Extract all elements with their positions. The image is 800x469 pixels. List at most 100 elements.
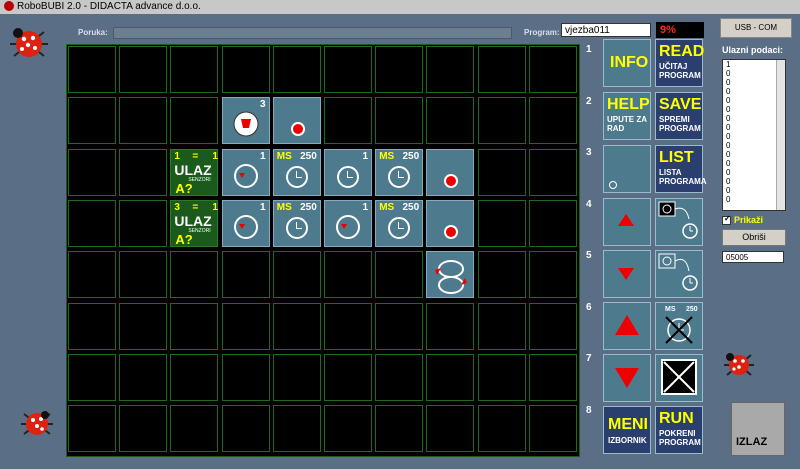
grid-cell-empty[interactable] <box>119 148 168 196</box>
grid-cell-empty[interactable] <box>119 251 168 299</box>
grid-cell-empty[interactable] <box>68 353 116 401</box>
cell-timer-250-a[interactable]: MS 250 <box>272 148 321 196</box>
grid-cell-empty[interactable] <box>477 251 526 299</box>
inputs-list[interactable]: 1000000000000000 <box>722 59 786 211</box>
move-up-small-button[interactable] <box>603 198 651 246</box>
grid-cell-empty[interactable] <box>426 405 475 453</box>
show-checkbox[interactable]: ✓ Prikaži <box>722 214 763 226</box>
save-button[interactable]: SAVE SPREMI PROGRAM <box>655 92 703 140</box>
grid-cell-empty[interactable] <box>68 251 116 299</box>
grid-cell-empty[interactable] <box>375 46 424 93</box>
grid-cell-empty[interactable] <box>68 302 116 350</box>
grid-cell-empty[interactable] <box>324 46 372 93</box>
grid-cell-empty[interactable] <box>221 46 270 93</box>
cell-stop-dot[interactable] <box>272 97 321 145</box>
grid-cell-empty[interactable] <box>528 405 577 453</box>
grid-cell-empty[interactable] <box>426 46 475 93</box>
grid-cell-empty[interactable] <box>528 251 577 299</box>
grid-cell-empty[interactable] <box>426 353 475 401</box>
program-name-input[interactable]: vjezba011 <box>561 23 651 37</box>
cell-input-3[interactable]: 3 = 1 ULAZ SENZORI A? <box>170 199 219 247</box>
grid-cell-empty[interactable] <box>477 148 526 196</box>
grid-cell-empty[interactable] <box>272 251 321 299</box>
grid-cell-empty[interactable] <box>272 405 321 453</box>
grid-cell-empty[interactable] <box>119 97 168 145</box>
wheel-tool-button[interactable] <box>603 145 651 193</box>
grid-cell-empty[interactable] <box>324 251 372 299</box>
program-grid[interactable]: 3 1 = 1 ULAZ SENZORI A? 1 MS 250 1 MS 250 3 = 1 ULAZ SENZ… <box>66 44 580 457</box>
list-button[interactable]: LIST LISTA PROGRAMA <box>655 145 707 193</box>
grid-cell-empty[interactable] <box>119 199 168 247</box>
grid-cell-empty[interactable] <box>272 353 321 401</box>
grid-cell-empty[interactable] <box>528 97 577 145</box>
grid-cell-empty[interactable] <box>324 302 372 350</box>
loop-tool-button[interactable] <box>655 250 703 298</box>
grid-cell-empty[interactable] <box>221 302 270 350</box>
cell-light-sensor[interactable]: 3 <box>221 97 270 145</box>
exit-button[interactable]: IZLAZ <box>731 402 785 456</box>
grid-cell-empty[interactable] <box>528 353 577 401</box>
grid-cell-empty[interactable] <box>272 46 321 93</box>
grid-cell-empty[interactable] <box>375 97 424 145</box>
grid-cell-empty[interactable] <box>426 97 475 145</box>
delete-tool-button[interactable] <box>655 354 703 402</box>
cell-wheel-1b[interactable]: 1 <box>324 148 372 196</box>
cell-stop-dot-2[interactable] <box>426 148 475 196</box>
cell-input-1[interactable]: 1 = 1 ULAZ SENZORI A? <box>170 148 219 196</box>
code-input[interactable]: 05005 <box>722 251 784 263</box>
grid-cell-empty[interactable] <box>477 97 526 145</box>
grid-cell-empty[interactable] <box>119 302 168 350</box>
grid-cell-empty[interactable] <box>324 353 372 401</box>
grid-cell-empty[interactable] <box>477 302 526 350</box>
grid-cell-empty[interactable] <box>68 405 116 453</box>
checkbox-check-icon[interactable]: ✓ <box>722 214 731 226</box>
move-down-small-button[interactable] <box>603 250 651 298</box>
grid-cell-empty[interactable] <box>68 46 116 93</box>
grid-cell-empty[interactable] <box>68 148 116 196</box>
grid-cell-empty[interactable] <box>221 353 270 401</box>
move-down-button[interactable] <box>603 354 651 402</box>
cell-wheel-1c[interactable]: 1 <box>324 199 372 247</box>
clear-button[interactable]: Obriši <box>722 229 786 246</box>
grid-cell-empty[interactable] <box>375 251 424 299</box>
grid-cell-empty[interactable] <box>221 251 270 299</box>
cell-loop[interactable] <box>426 251 475 299</box>
meni-button[interactable]: MENI IZBORNIK <box>603 406 651 454</box>
cell-timer-250-b[interactable]: MS 250 <box>375 148 424 196</box>
grid-cell-empty[interactable] <box>375 302 424 350</box>
usb-com-button[interactable]: USB - COM <box>720 18 792 38</box>
cell-stop-dot-3[interactable] <box>426 199 475 247</box>
grid-cell-empty[interactable] <box>528 302 577 350</box>
grid-cell-empty[interactable] <box>119 353 168 401</box>
grid-cell-empty[interactable] <box>477 405 526 453</box>
grid-cell-empty[interactable] <box>170 405 219 453</box>
grid-cell-empty[interactable] <box>119 46 168 93</box>
jump-tool-button[interactable] <box>655 198 703 246</box>
grid-cell-empty[interactable] <box>375 353 424 401</box>
grid-cell-empty[interactable] <box>68 199 116 247</box>
run-button[interactable]: RUN POKRENI PROGRAM <box>655 406 703 454</box>
info-button[interactable]: INFO <box>603 39 651 87</box>
timer-tool-button[interactable]: MS 250 <box>655 302 703 350</box>
cell-timer-250-c[interactable]: MS 250 <box>272 199 321 247</box>
grid-cell-empty[interactable] <box>426 302 475 350</box>
grid-cell-empty[interactable] <box>528 148 577 196</box>
cell-gauge-1[interactable]: 1 <box>221 199 270 247</box>
grid-cell-empty[interactable] <box>68 97 116 145</box>
grid-cell-empty[interactable] <box>528 46 577 93</box>
grid-cell-empty[interactable] <box>477 353 526 401</box>
grid-cell-empty[interactable] <box>324 97 372 145</box>
cell-wheel-1[interactable]: 1 <box>221 148 270 196</box>
grid-cell-empty[interactable] <box>324 405 372 453</box>
grid-cell-empty[interactable] <box>170 46 219 93</box>
grid-cell-empty[interactable] <box>477 199 526 247</box>
grid-cell-empty[interactable] <box>477 46 526 93</box>
help-button[interactable]: HELP UPUTE ZA RAD <box>603 92 651 140</box>
grid-cell-empty[interactable] <box>170 353 219 401</box>
grid-cell-empty[interactable] <box>528 199 577 247</box>
inputs-scrollbar[interactable] <box>776 60 785 210</box>
grid-cell-empty[interactable] <box>221 405 270 453</box>
move-up-button[interactable] <box>603 302 651 350</box>
grid-cell-empty[interactable] <box>170 251 219 299</box>
grid-cell-empty[interactable] <box>170 302 219 350</box>
